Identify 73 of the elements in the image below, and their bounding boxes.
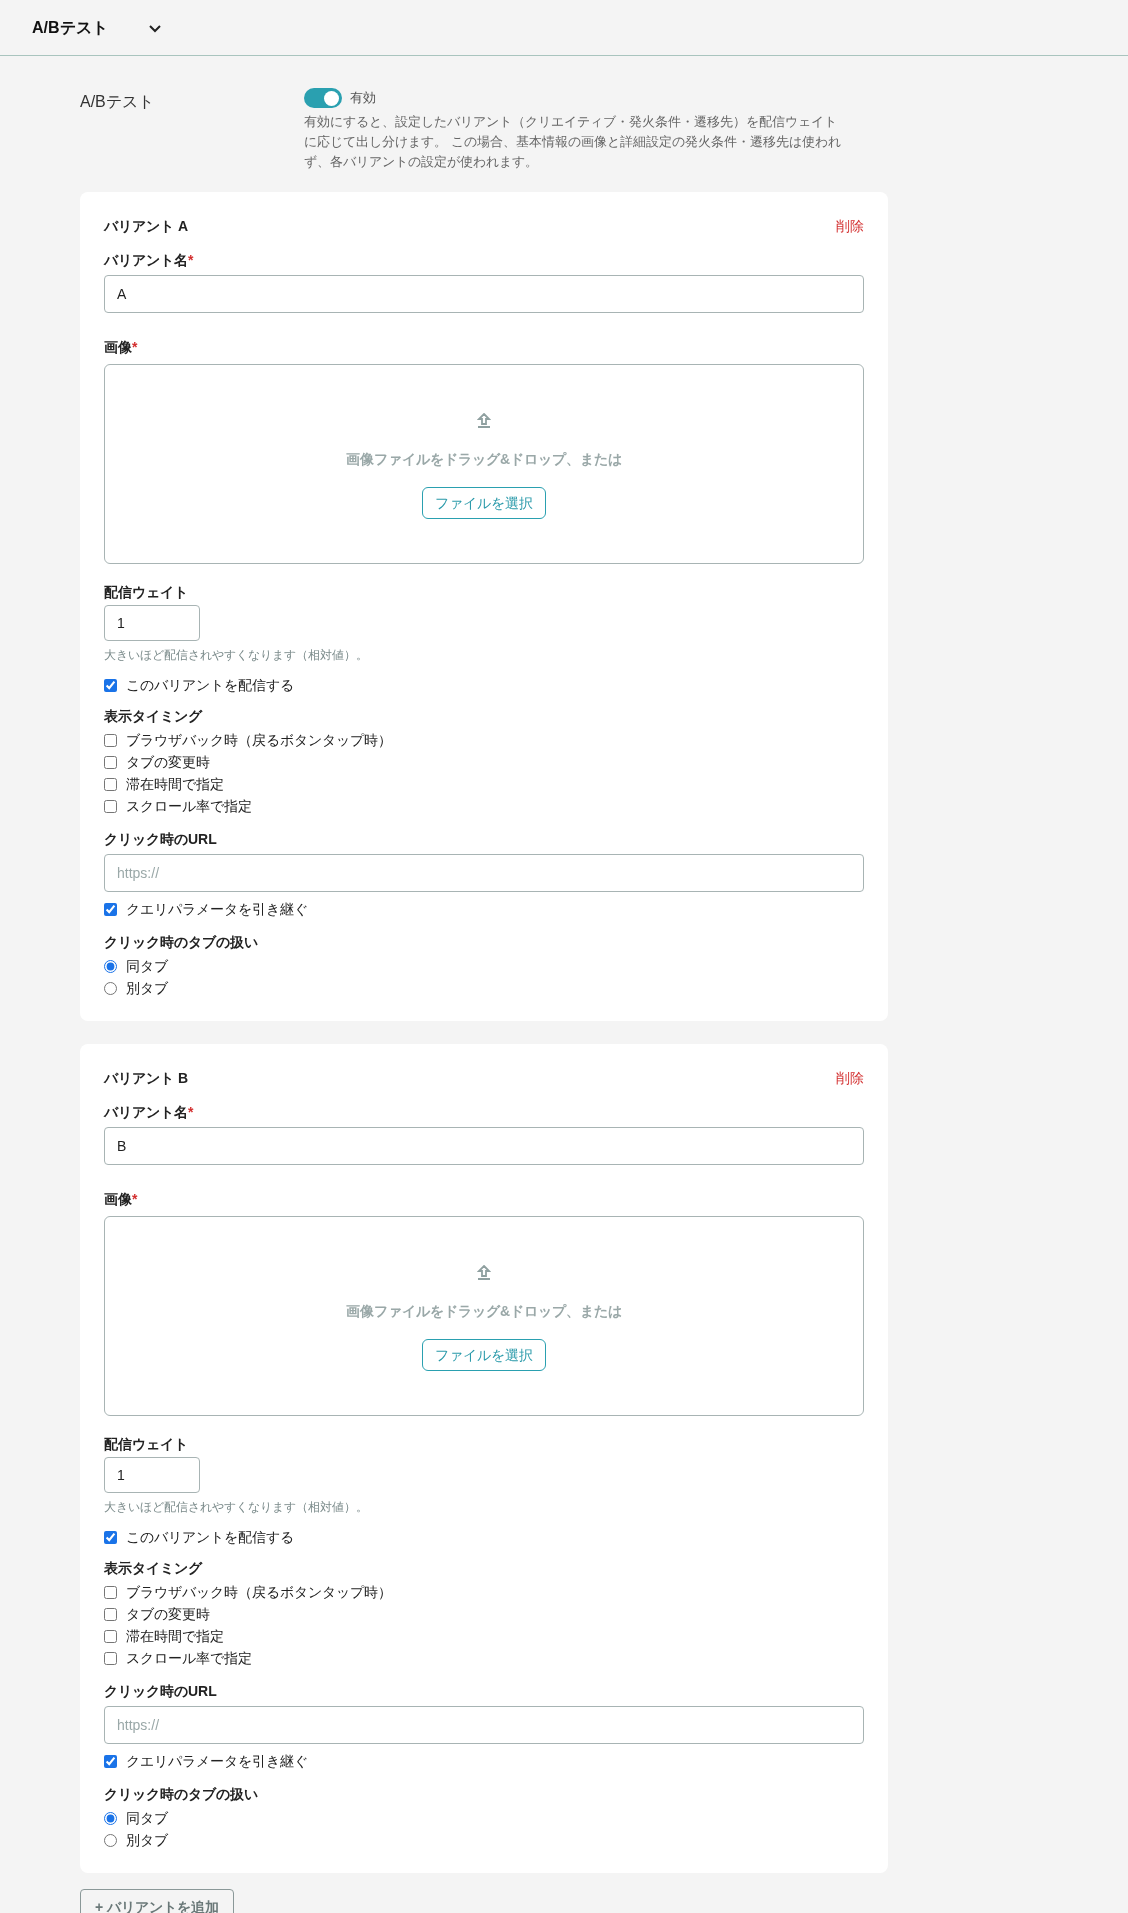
checkbox[interactable] — [104, 1629, 117, 1643]
radio-button[interactable] — [104, 959, 117, 973]
checkbox[interactable] — [104, 799, 117, 813]
checkbox[interactable] — [104, 678, 117, 692]
hint-text: 大きいほど配信されやすくなります（相対値）。 — [104, 1499, 369, 1516]
checkbox-label: スクロール率で指定 — [126, 796, 252, 816]
field-label: クリック時のタブの扱い — [104, 933, 258, 952]
delete-link[interactable]: 削除 — [836, 215, 864, 237]
required-mark: * — [132, 338, 138, 357]
section-title: A/Bテスト — [32, 17, 108, 38]
checkbox[interactable] — [104, 755, 117, 769]
file-select-button[interactable]: ファイルを選択 — [422, 487, 546, 519]
file-select-button[interactable]: ファイルを選択 — [422, 1339, 546, 1371]
variant-title: バリアント B — [104, 1068, 188, 1088]
checkbox[interactable] — [104, 902, 117, 916]
field-label: バリアント名 — [104, 251, 188, 270]
radio-button[interactable] — [104, 1811, 117, 1825]
required-mark: * — [132, 1190, 138, 1209]
toggle-status: 有効 — [350, 89, 376, 108]
checkbox-label: ブラウザバック時（戻るボタンタップ時） — [126, 1582, 392, 1602]
weight-field[interactable]: 1 — [104, 605, 200, 641]
checkbox-label: クエリパラメータを引き継ぐ — [126, 1751, 308, 1771]
field-label: 表示タイミング — [104, 1559, 202, 1578]
radio-button[interactable] — [104, 1833, 117, 1847]
checkbox[interactable] — [104, 1754, 117, 1768]
image-dropzone[interactable]: 画像ファイルをドラッグ&ドロップ、または ファイルを選択 — [104, 1216, 864, 1416]
field-label: 画像 — [104, 338, 132, 357]
weight-field[interactable]: 1 — [104, 1457, 200, 1493]
required-mark: * — [188, 1103, 194, 1122]
url-field[interactable]: https:// — [104, 1706, 864, 1744]
field-label: 配信ウェイト — [104, 1435, 188, 1454]
delete-link[interactable]: 削除 — [836, 1067, 864, 1089]
checkbox-label: このバリアントを配信する — [126, 1527, 294, 1547]
variant-title: バリアント A — [104, 216, 188, 236]
field-label: 画像 — [104, 1190, 132, 1209]
checkbox-label: 滞在時間で指定 — [126, 774, 224, 794]
checkbox-label: クエリパラメータを引き継ぐ — [126, 899, 308, 919]
url-field[interactable]: https:// — [104, 854, 864, 892]
checkbox[interactable] — [104, 1607, 117, 1621]
dropzone-text: 画像ファイルをドラッグ&ドロップ、または — [345, 1302, 623, 1321]
checkbox[interactable] — [104, 1530, 117, 1544]
checkbox-label: このバリアントを配信する — [126, 675, 294, 695]
checkbox[interactable] — [104, 733, 117, 747]
dropzone-text: 画像ファイルをドラッグ&ドロップ、または — [345, 450, 623, 469]
field-label: クリック時のURL — [104, 1682, 217, 1701]
upload-icon — [477, 1265, 491, 1281]
variant-name-field[interactable]: B — [104, 1127, 864, 1165]
field-label: クリック時のURL — [104, 830, 217, 849]
radio-label: 同タブ — [126, 956, 168, 976]
radio-label: 別タブ — [126, 978, 168, 998]
checkbox-label: スクロール率で指定 — [126, 1648, 252, 1668]
toggle-switch[interactable] — [304, 88, 342, 108]
checkbox[interactable] — [104, 1585, 117, 1599]
setting-label: A/Bテスト — [80, 92, 155, 112]
checkbox[interactable] — [104, 777, 117, 791]
checkbox-label: ブラウザバック時（戻るボタンタップ時） — [126, 730, 392, 750]
field-label: バリアント名 — [104, 1103, 188, 1122]
field-label: クリック時のタブの扱い — [104, 1785, 258, 1804]
checkbox-label: タブの変更時 — [126, 1604, 210, 1624]
field-label: 表示タイミング — [104, 707, 202, 726]
radio-label: 別タブ — [126, 1830, 168, 1850]
hint-text: 大きいほど配信されやすくなります（相対値）。 — [104, 647, 369, 664]
variant-name-field[interactable]: A — [104, 275, 864, 313]
radio-label: 同タブ — [126, 1808, 168, 1828]
field-label: 配信ウェイト — [104, 583, 188, 602]
description-text: 有効にすると、設定したバリアント（クリエイティブ・発火条件・遷移先）を配信ウェイトに応じて出し分けます。 この場合、基本情報の画像と詳細設定の発火条件・遷移先は使われず、各バリアントの設定が使われます。 — [304, 113, 842, 171]
upload-icon — [477, 413, 491, 429]
image-dropzone[interactable]: 画像ファイルをドラッグ&ドロップ、または ファイルを選択 — [104, 364, 864, 564]
checkbox[interactable] — [104, 1651, 117, 1665]
checkbox-label: タブの変更時 — [126, 752, 210, 772]
radio-button[interactable] — [104, 981, 117, 995]
required-mark: * — [188, 251, 194, 270]
checkbox-label: 滞在時間で指定 — [126, 1626, 224, 1646]
